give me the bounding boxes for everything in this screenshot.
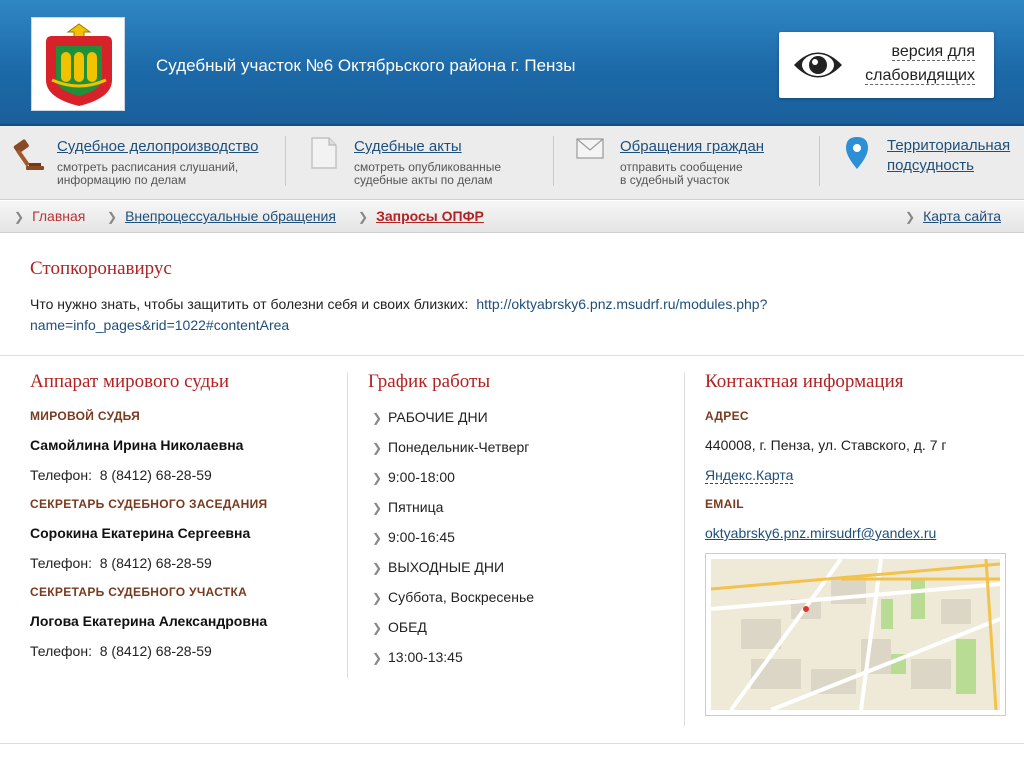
role-label: МИРОВОЙ СУДЬЯ xyxy=(30,409,141,423)
notice-body: Что нужно знать, чтобы защитить от болез… xyxy=(30,296,469,312)
location-map[interactable] xyxy=(705,553,1006,716)
nav-item-jurisdiction[interactable]: Территориальная подсудность xyxy=(845,126,1020,200)
schedule-item: ❯ 13:00-13:45 xyxy=(372,649,463,665)
document-icon xyxy=(310,136,338,175)
address-label: АДРЕС xyxy=(705,409,749,423)
chevron-right-icon: ❯ xyxy=(372,441,383,455)
role-label: СЕКРЕТАРЬ СУДЕБНОГО ЗАСЕДАНИЯ xyxy=(30,497,268,511)
phone-line: Телефон: 8 (8412) 68-28-59 xyxy=(30,643,212,659)
phone-line: Телефон: 8 (8412) 68-28-59 xyxy=(30,555,212,571)
nav-divider xyxy=(285,136,286,186)
address-value: 440008, г. Пенза, ул. Ставского, д. 7 г xyxy=(705,437,947,453)
chevron-right-icon: ❯ xyxy=(372,651,383,665)
vision-label-line2: слабовидящих xyxy=(865,67,975,85)
gavel-icon xyxy=(12,138,46,179)
schedule-item: ❯ Суббота, Воскресенье xyxy=(372,589,535,605)
chevron-right-icon: ❯ xyxy=(358,210,369,224)
vision-label-line1: версия для xyxy=(891,43,975,61)
nav-desc-citizen-appeals-1: отправить сообщение xyxy=(620,160,743,174)
schedule-item: ❯ 9:00-18:00 xyxy=(372,469,455,485)
schedule-item: ❯ ВЫХОДНЫЕ ДНИ xyxy=(372,559,505,575)
phone-number: 8 (8412) 68-28-59 xyxy=(99,643,212,659)
email-label: EMAIL xyxy=(705,497,744,511)
staff-title: Аппарат мирового судьи xyxy=(30,371,230,392)
chevron-right-icon: ❯ xyxy=(14,210,25,224)
chevron-right-icon: ❯ xyxy=(372,591,383,605)
nav-divider xyxy=(819,136,820,186)
nav-title-jurisdiction-2[interactable]: подсудность xyxy=(887,157,974,174)
nav-desc-court-proceedings-1: смотреть расписания слушаний, xyxy=(57,160,239,174)
nav-desc-citizen-appeals-2: в судебный участок xyxy=(620,173,730,187)
role-label: СЕКРЕТАРЬ СУДЕБНОГО УЧАСТКА xyxy=(30,585,248,599)
nav-desc-court-acts-1: смотреть опубликованные xyxy=(354,160,502,174)
nav-divider xyxy=(553,136,554,186)
nav-desc-court-proceedings-2: информацию по делам xyxy=(57,173,187,187)
breadcrumb-section[interactable]: Внепроцессуальные обращения xyxy=(125,208,336,224)
schedule-item: ❯ ОБЕД xyxy=(372,619,427,635)
contacts-title: Контактная информация xyxy=(705,371,904,392)
schedule-item: ❯ Понедельник-Четверг xyxy=(372,439,530,455)
nav-title-citizen-appeals[interactable]: Обращения граждан xyxy=(620,138,764,155)
site-header: Судебный участок №6 Октябрьского района … xyxy=(0,0,1024,126)
sitemap-link[interactable]: Карта сайта xyxy=(923,208,1001,224)
column-divider xyxy=(347,372,348,678)
person-name: Сорокина Екатерина Сергеевна xyxy=(30,525,251,541)
breadcrumb-home[interactable]: Главная xyxy=(32,208,85,224)
chevron-right-icon: ❯ xyxy=(107,210,118,224)
nav-title-court-acts[interactable]: Судебные акты xyxy=(354,138,462,155)
divider xyxy=(0,355,1024,356)
chevron-right-icon: ❯ xyxy=(372,471,383,485)
coat-of-arms-logo[interactable] xyxy=(31,17,125,111)
person-name: Логова Екатерина Александровна xyxy=(30,613,268,629)
low-vision-version-button[interactable]: версия для слабовидящих xyxy=(779,32,994,98)
chevron-right-icon: ❯ xyxy=(372,531,383,545)
breadcrumb-current[interactable]: Запросы ОПФР xyxy=(376,208,484,224)
main-navigation: Судебное делопроизводство смотреть распи… xyxy=(0,126,1024,200)
chevron-right-icon: ❯ xyxy=(372,621,383,635)
nav-desc-court-acts-2: судебные акты по делам xyxy=(354,173,493,187)
yandex-map-link[interactable]: Яндекс.Карта xyxy=(705,467,794,484)
nav-item-court-proceedings[interactable]: Судебное делопроизводство смотреть распи… xyxy=(12,126,282,200)
email-link[interactable]: oktyabrsky6.pnz.mirsudrf@yandex.ru xyxy=(705,525,936,541)
site-title: Судебный участок №6 Октябрьского района … xyxy=(156,56,576,75)
eye-icon xyxy=(792,46,844,89)
nav-item-court-acts[interactable]: Судебные акты смотреть опубликованные су… xyxy=(310,126,550,200)
chevron-right-icon: ❯ xyxy=(372,561,383,575)
chevron-right-icon: ❯ xyxy=(905,210,916,224)
schedule-item: ❯ РАБОЧИЕ ДНИ xyxy=(372,409,488,425)
phone-number: 8 (8412) 68-28-59 xyxy=(99,467,212,483)
envelope-icon xyxy=(576,138,604,165)
nav-title-jurisdiction-1[interactable]: Территориальная xyxy=(887,137,1010,154)
nav-title-court-proceedings[interactable]: Судебное делопроизводство xyxy=(57,138,259,155)
schedule-item: ❯ Пятница xyxy=(372,499,444,515)
divider xyxy=(0,743,1024,744)
chevron-right-icon: ❯ xyxy=(372,501,383,515)
schedule-item: ❯ 9:00-16:45 xyxy=(372,529,455,545)
chevron-right-icon: ❯ xyxy=(372,411,383,425)
phone-line: Телефон: 8 (8412) 68-28-59 xyxy=(30,467,212,483)
person-name: Самойлина Ирина Николаевна xyxy=(30,437,244,453)
breadcrumb: ❯ Главная ❯ Внепроцессуальные обращения ❯ З… xyxy=(0,201,1024,233)
schedule-title: График работы xyxy=(368,371,491,392)
column-divider xyxy=(684,372,685,726)
notice-text: Что нужно знать, чтобы защитить от болез… xyxy=(30,294,990,336)
nav-item-citizen-appeals[interactable]: Обращения граждан отправить сообщение в … xyxy=(576,126,816,200)
notice-title: Стопкоронавирус xyxy=(30,258,172,279)
phone-number: 8 (8412) 68-28-59 xyxy=(99,555,212,571)
map-pin-icon xyxy=(845,136,869,175)
